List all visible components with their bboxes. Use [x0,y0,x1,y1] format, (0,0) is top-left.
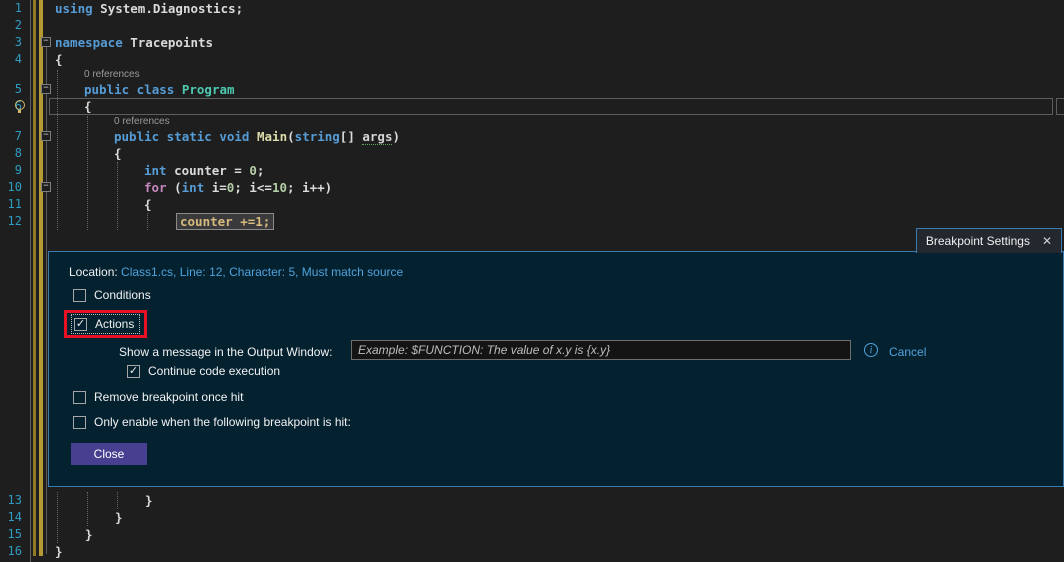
continue-execution-checkbox[interactable]: ✓ [127,364,140,378]
continue-execution-label: Continue code execution [148,364,281,378]
only-enable-label: Only enable when the following breakpoin… [94,415,351,429]
output-message-label: Show a message in the Output Window: [119,345,333,359]
conditions-row: Conditions [73,288,151,302]
code-text: } [115,510,123,525]
code-line: 16} [0,543,1064,560]
remove-breakpoint-label: Remove breakpoint once hit [94,390,244,404]
code-text: { [114,146,122,161]
fold-collapse-icon[interactable]: − [41,182,51,192]
actions-label: Actions [95,317,135,331]
code-line: 5− public class Program [0,81,1064,98]
code-text: } [85,527,93,542]
location-label: Location: [69,265,118,279]
actions-row: ✓ Actions [70,314,141,334]
code-line: 3− namespace Tracepoints [0,34,1064,51]
code-text: counter +=1; [0,213,1064,230]
code-line: 15} [0,526,1064,543]
continue-execution-row: ✓ Continue code execution [127,364,280,378]
annotation-red-box: ✓ Actions [64,310,148,338]
tab-title: Breakpoint Settings [925,234,1030,248]
remove-breakpoint-row: Remove breakpoint once hit [73,390,243,404]
info-icon[interactable]: i [864,343,878,357]
code-line: 11{ [0,196,1064,213]
only-enable-row: Only enable when the following breakpoin… [73,415,351,429]
actions-checkbox[interactable]: ✓ [74,317,87,331]
codelens-references[interactable]: 0 references [0,68,1064,81]
checkmark-icon: ✓ [128,364,139,377]
close-icon[interactable]: ✕ [1042,234,1052,248]
line-number: 2 [14,18,22,32]
location-link[interactable]: Class1.cs, Line: 12, Character: 5, Must … [121,265,403,279]
code-text: for (int i=0; i<=10; i++) [144,180,333,195]
fold-collapse-icon[interactable]: − [41,37,51,47]
code-text: using System.Diagnostics; [55,1,244,16]
code-text: } [145,493,153,508]
code-text: { [55,52,63,67]
codelens-references[interactable]: 0 references [0,115,1064,128]
only-enable-checkbox[interactable] [73,415,86,429]
breakpoint-settings-tab[interactable]: Breakpoint Settings ✕ [915,228,1062,253]
code-line: 7− public static void Main(string[] args) [0,128,1064,145]
code-text: public static void Main(string[] args) [114,129,401,145]
output-message-input[interactable] [351,340,851,360]
breakpoint-span-highlight: counter +=1; [176,213,275,230]
code-line: 10− for (int i=0; i<=10; i++) [0,179,1064,196]
close-button[interactable]: Close [71,443,147,465]
references-text: 0 references [114,116,170,127]
code-line: 2 [0,17,1064,34]
references-text: 0 references [84,69,140,80]
conditions-checkbox[interactable] [73,288,86,302]
fold-collapse-icon[interactable]: − [41,131,51,141]
visual-studio-editor: 1 using System.Diagnostics; 2 3− namespace T… [0,0,1064,562]
cancel-link[interactable]: Cancel [889,345,926,359]
code-line: 9 int counter = 0; [0,162,1064,179]
code-line: 6{ [0,98,1064,115]
code-editor-lower: 13} 14} 15} 16} [0,487,1064,562]
remove-breakpoint-checkbox[interactable] [73,390,86,404]
code-editor-upper: 1 using System.Diagnostics; 2 3− namespace T… [0,0,1064,230]
location-row: Location: Class1.cs, Line: 12, Character… [69,265,403,279]
code-text: { [144,197,152,212]
breakpoint-settings-panel: Location: Class1.cs, Line: 12, Character… [48,251,1064,487]
code-text: int counter = 0; [144,163,265,178]
code-line: 1 using System.Diagnostics; [0,0,1064,17]
code-line: 12 counter +=1; [0,213,1064,230]
code-text: { [84,99,92,114]
code-line: 4{ [0,51,1064,68]
code-text: namespace Tracepoints [55,35,214,50]
conditions-label: Conditions [94,288,151,302]
fold-collapse-icon[interactable]: − [41,84,51,94]
checkmark-icon: ✓ [75,317,86,330]
code-line: 8{ [0,145,1064,162]
code-text: } [55,544,63,559]
code-line: 14} [0,509,1064,526]
code-text: public class Program [84,82,235,97]
code-line: 13} [0,492,1064,509]
